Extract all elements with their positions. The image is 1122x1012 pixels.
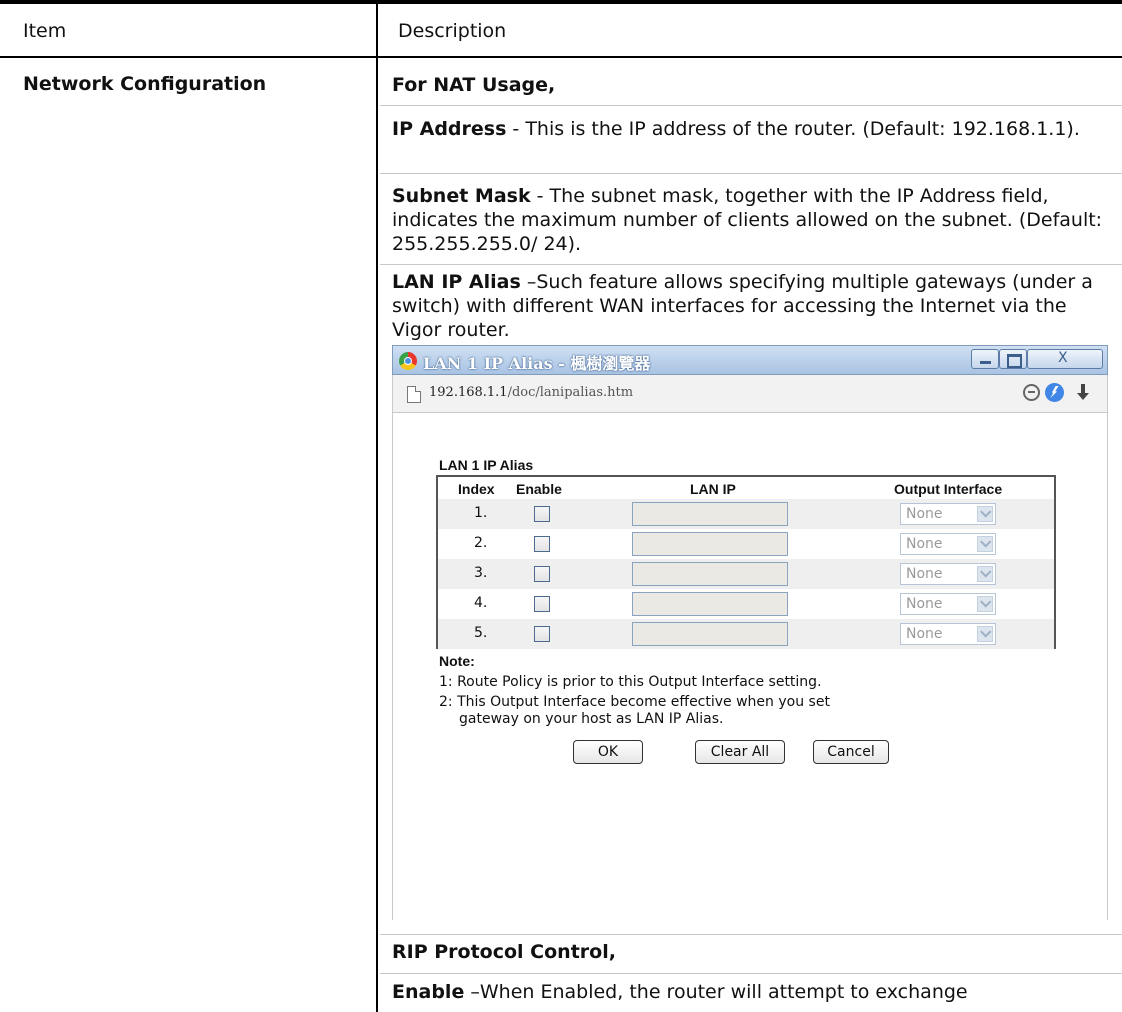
column-enable: Enable <box>516 481 562 497</box>
chevron-down-icon <box>977 536 993 552</box>
table-row: 3. None <box>438 559 1054 589</box>
divider <box>380 934 1122 935</box>
row-index: 5. <box>474 625 488 641</box>
maximize-icon[interactable] <box>999 349 1027 369</box>
table-row: 1. None <box>438 499 1054 529</box>
ip-address-term: IP Address <box>392 118 507 140</box>
enable-checkbox[interactable] <box>534 596 550 612</box>
divider <box>380 973 1122 974</box>
enable-term: Enable <box>392 981 465 1003</box>
enable-checkbox[interactable] <box>534 566 550 582</box>
url-path: /doc/lanipalias.htm <box>507 385 634 400</box>
column-output-interface: Output Interface <box>894 481 1003 497</box>
close-icon[interactable] <box>1027 349 1103 369</box>
output-interface-select[interactable]: None <box>900 533 996 555</box>
ip-address-text: - This is the IP address of the router. … <box>506 118 1080 140</box>
select-value: None <box>906 596 943 612</box>
lan-ip-input[interactable] <box>632 562 788 586</box>
rip-protocol-heading: RIP Protocol Control, <box>392 941 616 963</box>
select-value: None <box>906 506 943 522</box>
url[interactable]: 192.168.1.1/doc/lanipalias.htm <box>429 385 633 400</box>
lan-ip-input[interactable] <box>632 592 788 616</box>
chevron-down-icon <box>977 626 993 642</box>
zoom-icon[interactable] <box>1023 384 1040 401</box>
subnet-mask-term: Subnet Mask <box>392 185 531 207</box>
enable-checkbox[interactable] <box>534 626 550 642</box>
row-index: 1. <box>474 505 488 521</box>
clear-all-button[interactable]: Clear All <box>695 740 785 764</box>
ok-button[interactable]: OK <box>573 740 643 764</box>
output-interface-select[interactable]: None <box>900 503 996 525</box>
browser-icon <box>399 352 417 370</box>
download-icon[interactable] <box>1077 384 1089 401</box>
lan-ip-input[interactable] <box>632 502 788 526</box>
lan-ip-alias-paragraph: LAN IP Alias –Such feature allows specif… <box>392 270 1112 342</box>
page-icon <box>407 386 421 403</box>
lan-ip-input[interactable] <box>632 622 788 646</box>
lan-ip-alias-window: LAN 1 IP Alias - 楓樹瀏覽器 192.168.1.1/doc/l… <box>392 345 1108 920</box>
note-title: Note: <box>439 653 475 669</box>
ip-address-paragraph: IP Address - This is the IP address of t… <box>392 117 1112 141</box>
row-index: 3. <box>474 565 488 581</box>
address-bar[interactable]: 192.168.1.1/doc/lanipalias.htm <box>392 375 1108 413</box>
enable-text: –When Enabled, the router will attempt t… <box>464 981 968 1003</box>
row-item-network-configuration: Network Configuration <box>23 73 267 95</box>
chevron-down-icon <box>977 506 993 522</box>
subnet-mask-paragraph: Subnet Mask - The subnet mask, together … <box>392 184 1112 256</box>
output-interface-select[interactable]: None <box>900 563 996 585</box>
minimize-icon[interactable] <box>971 349 999 369</box>
chevron-down-icon <box>977 596 993 612</box>
column-index: Index <box>458 481 495 497</box>
url-host: 192.168.1.1 <box>429 385 508 400</box>
alias-table: Index Enable LAN IP Output Interface 1. … <box>436 475 1056 649</box>
divider <box>380 105 1122 106</box>
table-row: 2. None <box>438 529 1054 559</box>
output-interface-select[interactable]: None <box>900 623 996 645</box>
row-index: 2. <box>474 535 488 551</box>
table-row: 4. None <box>438 589 1054 619</box>
column-lan-ip: LAN IP <box>690 481 736 497</box>
select-value: None <box>906 566 943 582</box>
header-description: Description <box>398 20 507 42</box>
header-item: Item <box>23 20 67 42</box>
row-index: 4. <box>474 595 488 611</box>
table-top-border <box>0 0 1122 4</box>
enable-checkbox[interactable] <box>534 506 550 522</box>
bolt-icon[interactable] <box>1045 383 1064 402</box>
select-value: None <box>906 626 943 642</box>
note-2-continued: gateway on your host as LAN IP Alias. <box>459 711 724 727</box>
lan-ip-input[interactable] <box>632 532 788 556</box>
divider <box>380 173 1122 174</box>
enable-checkbox[interactable] <box>534 536 550 552</box>
table-header-border <box>0 56 1122 58</box>
column-divider <box>376 4 378 1012</box>
nat-usage-heading: For NAT Usage, <box>392 74 556 96</box>
output-interface-select[interactable]: None <box>900 593 996 615</box>
section-title: LAN 1 IP Alias <box>439 457 534 473</box>
chevron-down-icon <box>977 566 993 582</box>
cancel-button[interactable]: Cancel <box>813 740 889 764</box>
lan-ip-alias-term: LAN IP Alias <box>392 271 521 293</box>
note-2: 2: This Output Interface become effectiv… <box>439 694 830 710</box>
window-title: LAN 1 IP Alias - 楓樹瀏覽器 <box>423 354 651 373</box>
note-1: 1: Route Policy is prior to this Output … <box>439 674 822 690</box>
window-content: LAN 1 IP Alias Index Enable LAN IP Outpu… <box>392 413 1108 920</box>
enable-paragraph: Enable –When Enabled, the router will at… <box>392 980 1112 1004</box>
select-value: None <box>906 536 943 552</box>
table-row: 5. None <box>438 619 1054 649</box>
divider <box>380 264 1122 265</box>
window-titlebar: LAN 1 IP Alias - 楓樹瀏覽器 <box>392 345 1108 375</box>
